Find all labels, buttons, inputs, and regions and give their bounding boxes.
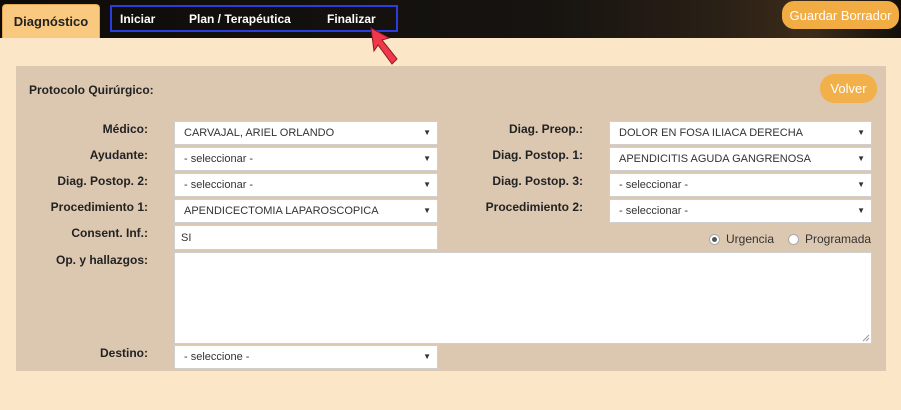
medico-value: CARVAJAL, ARIEL ORLANDO bbox=[184, 127, 335, 139]
programada-radio[interactable]: Programada bbox=[788, 232, 871, 246]
consent-input[interactable]: SI bbox=[174, 225, 438, 250]
destino-value: - seleccione - bbox=[184, 351, 250, 363]
urgencia-label: Urgencia bbox=[726, 232, 775, 246]
chevron-down-icon: ▼ bbox=[423, 128, 431, 137]
tab-diagnostico[interactable]: Diagnóstico bbox=[2, 4, 100, 38]
diag-postop2-value: - seleccionar - bbox=[184, 179, 254, 191]
chevron-down-icon: ▼ bbox=[423, 352, 431, 361]
diag-postop3-value: - seleccionar - bbox=[619, 179, 689, 191]
diag-postop1-value: APENDICITIS AGUDA GANGRENOSA bbox=[619, 153, 811, 165]
chevron-down-icon: ▼ bbox=[423, 154, 431, 163]
tab-finalizar[interactable]: Finalizar bbox=[327, 12, 376, 26]
back-button[interactable]: Volver bbox=[820, 74, 877, 103]
consent-label: Consent. Inf.: bbox=[71, 226, 148, 240]
radio-unselected-icon bbox=[788, 233, 799, 245]
tab-plan-terapeutica[interactable]: Plan / Terapéutica bbox=[189, 12, 291, 26]
hallazgos-label: Op. y hallazgos: bbox=[55, 253, 148, 267]
diag-postop1-label: Diag. Postop. 1: bbox=[492, 148, 583, 162]
urgencia-radio[interactable]: Urgencia bbox=[709, 232, 774, 246]
cursor-arrow-icon bbox=[370, 27, 398, 65]
diag-preop-select[interactable]: DOLOR EN FOSA ILIACA DERECHA ▼ bbox=[609, 121, 872, 145]
procedimiento2-value: - seleccionar - bbox=[619, 205, 689, 217]
ayudante-value: - seleccionar - bbox=[184, 153, 254, 165]
chevron-down-icon: ▼ bbox=[857, 154, 865, 163]
save-draft-button[interactable]: Guardar Borrador bbox=[782, 1, 899, 29]
page-title: Protocolo Quirúrgico: bbox=[29, 83, 154, 97]
diag-postop2-select[interactable]: - seleccionar - ▼ bbox=[174, 173, 438, 197]
chevron-down-icon: ▼ bbox=[857, 206, 865, 215]
diag-postop3-label: Diag. Postop. 3: bbox=[492, 174, 583, 188]
procedimiento1-select[interactable]: APENDICECTOMIA LAPAROSCOPICA ▼ bbox=[174, 199, 438, 223]
tab-iniciar[interactable]: Iniciar bbox=[120, 12, 155, 26]
chevron-down-icon: ▼ bbox=[857, 180, 865, 189]
hallazgos-textarea[interactable] bbox=[174, 252, 872, 344]
ayudante-select[interactable]: - seleccionar - ▼ bbox=[174, 147, 438, 171]
resize-grip-icon[interactable] bbox=[862, 334, 870, 342]
chevron-down-icon: ▼ bbox=[423, 206, 431, 215]
chevron-down-icon: ▼ bbox=[423, 180, 431, 189]
programada-label: Programada bbox=[805, 232, 872, 246]
procedimiento1-value: APENDICECTOMIA LAPAROSCOPICA bbox=[184, 205, 379, 217]
diag-postop3-select[interactable]: - seleccionar - ▼ bbox=[609, 173, 872, 197]
diag-preop-value: DOLOR EN FOSA ILIACA DERECHA bbox=[619, 127, 803, 139]
destino-label: Destino: bbox=[100, 346, 148, 360]
chevron-down-icon: ▼ bbox=[857, 128, 865, 137]
procedimiento2-label: Procedimiento 2: bbox=[485, 200, 583, 214]
consent-value: SI bbox=[181, 231, 192, 244]
diag-postop2-label: Diag. Postop. 2: bbox=[57, 174, 148, 188]
medico-select[interactable]: CARVAJAL, ARIEL ORLANDO ▼ bbox=[174, 121, 438, 145]
diag-postop1-select[interactable]: APENDICITIS AGUDA GANGRENOSA ▼ bbox=[609, 147, 872, 171]
procedimiento2-select[interactable]: - seleccionar - ▼ bbox=[609, 199, 872, 223]
destino-select[interactable]: - seleccione - ▼ bbox=[174, 345, 438, 369]
ayudante-label: Ayudante: bbox=[89, 148, 148, 162]
radio-selected-icon bbox=[709, 233, 720, 245]
diag-preop-label: Diag. Preop.: bbox=[508, 122, 583, 136]
procedimiento1-label: Procedimiento 1: bbox=[50, 200, 148, 214]
medico-label: Médico: bbox=[102, 122, 148, 136]
